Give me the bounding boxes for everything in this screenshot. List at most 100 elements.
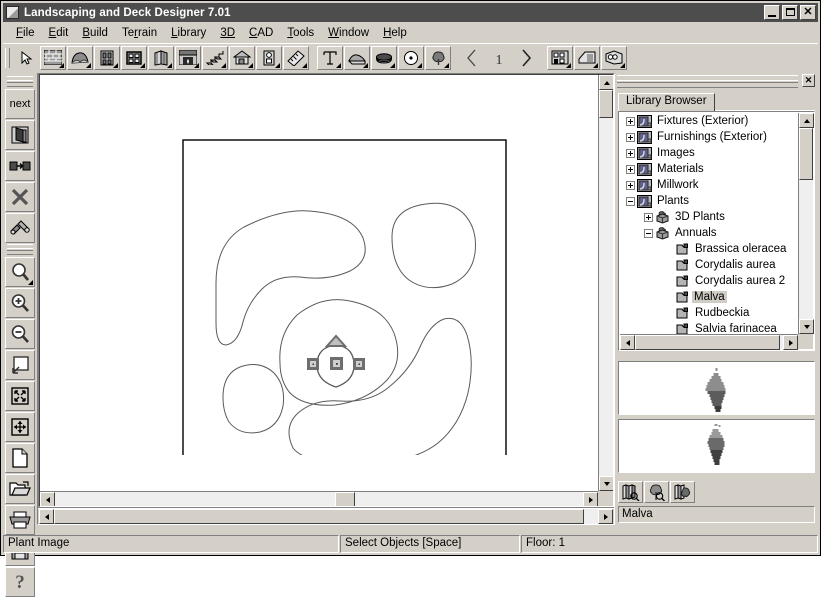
- document-horizontal-scrollbar[interactable]: [40, 491, 598, 506]
- tree-collapse-icon[interactable]: [626, 197, 635, 206]
- stairs-tool[interactable]: [202, 46, 228, 70]
- pan-button[interactable]: [5, 412, 35, 442]
- fill-window-button[interactable]: [5, 381, 35, 411]
- tree-expand-icon[interactable]: [626, 149, 635, 158]
- deck-tool[interactable]: [344, 46, 370, 70]
- transfer-button[interactable]: [5, 151, 35, 181]
- minimize-button[interactable]: [764, 5, 780, 20]
- tree-expand-icon[interactable]: [626, 165, 635, 174]
- dimension-tool[interactable]: [283, 46, 309, 70]
- vertical-scroll-thumb[interactable]: [599, 90, 613, 118]
- menu-3d[interactable]: 3D: [213, 26, 242, 40]
- library-tree[interactable]: Fixtures (Exterior)Furnishings (Exterior…: [618, 111, 815, 351]
- document-vertical-scrollbar[interactable]: [598, 75, 613, 491]
- tree-expand-icon[interactable]: [626, 117, 635, 126]
- window-tool[interactable]: [121, 46, 147, 70]
- mdi-scroll-left-button[interactable]: [39, 509, 54, 524]
- maximize-button[interactable]: [782, 5, 798, 20]
- left-toolbar-grip-2[interactable]: [7, 244, 33, 255]
- tools-button[interactable]: [5, 213, 35, 243]
- add-library-button[interactable]: [670, 481, 695, 503]
- tree-item[interactable]: Rudbeckia: [620, 305, 798, 321]
- find-plant-button[interactable]: [644, 481, 669, 503]
- search-library-button[interactable]: [618, 481, 643, 503]
- menu-library[interactable]: Library: [164, 26, 213, 40]
- library-preview-bottom[interactable]: [618, 419, 815, 473]
- horizontal-scroll-track[interactable]: [55, 492, 583, 506]
- next-floor-button[interactable]: [513, 46, 539, 70]
- tree-item[interactable]: Malva: [620, 289, 798, 305]
- tree-expand-icon[interactable]: [626, 181, 635, 190]
- tree-item[interactable]: Fixtures (Exterior): [620, 113, 798, 129]
- new-plan-button[interactable]: [5, 443, 35, 473]
- print-button[interactable]: [5, 505, 35, 535]
- menu-window[interactable]: Window: [321, 26, 376, 40]
- library-preview-top[interactable]: [618, 361, 815, 415]
- tree-item[interactable]: Images: [620, 145, 798, 161]
- menu-tools[interactable]: Tools: [280, 26, 321, 40]
- tree-item[interactable]: Plants: [620, 193, 798, 209]
- tree-item[interactable]: Salvia farinacea: [620, 321, 798, 334]
- door-tool[interactable]: [94, 46, 120, 70]
- library-panel-grip[interactable]: [617, 75, 798, 88]
- tree-item[interactable]: Corydalis aurea: [620, 257, 798, 273]
- toolbar-grip[interactable]: [5, 48, 10, 68]
- pool-tool[interactable]: [371, 46, 397, 70]
- fireplace-tool[interactable]: [175, 46, 201, 70]
- wall-tool[interactable]: [40, 46, 66, 70]
- scroll-up-button[interactable]: [599, 75, 614, 90]
- tree-horizontal-scrollbar[interactable]: [620, 334, 798, 349]
- menu-cad[interactable]: CAD: [242, 26, 280, 40]
- tree-item[interactable]: Materials: [620, 161, 798, 177]
- tree-item[interactable]: 3D Plants: [620, 209, 798, 225]
- tree-item[interactable]: Annuals: [620, 225, 798, 241]
- tree-scroll-up-button[interactable]: [799, 113, 814, 128]
- tree-vertical-thumb[interactable]: [799, 128, 813, 180]
- mdi-horizontal-scrollbar[interactable]: [38, 508, 614, 524]
- delete-button[interactable]: [5, 182, 35, 212]
- zoom-previous-button[interactable]: [5, 350, 35, 380]
- zoom-out-button[interactable]: [5, 319, 35, 349]
- scroll-left-button[interactable]: [40, 492, 55, 507]
- elevation-view-button[interactable]: [547, 46, 573, 70]
- help-button[interactable]: ?: [5, 567, 35, 597]
- plan-canvas[interactable]: [40, 75, 598, 491]
- menu-build[interactable]: Build: [75, 26, 115, 40]
- tree-vertical-scrollbar[interactable]: [798, 113, 813, 334]
- current-floor-button[interactable]: 1: [486, 46, 512, 70]
- open-plan-button[interactable]: [5, 474, 35, 504]
- tree-scroll-left-button[interactable]: [620, 335, 635, 350]
- camera-view-button[interactable]: [601, 46, 627, 70]
- mdi-scroll-right-button[interactable]: [598, 509, 613, 524]
- tab-library-browser[interactable]: Library Browser: [618, 93, 715, 111]
- cabinet-tool[interactable]: [148, 46, 174, 70]
- section-view-button[interactable]: [574, 46, 600, 70]
- library-tree-items[interactable]: Fixtures (Exterior)Furnishings (Exterior…: [620, 113, 798, 334]
- vertical-scroll-track[interactable]: [599, 90, 613, 476]
- tree-scroll-down-button[interactable]: [799, 319, 814, 334]
- text-tool[interactable]: [317, 46, 343, 70]
- tree-expand-icon[interactable]: [644, 213, 653, 222]
- sprinkler-tool[interactable]: [398, 46, 424, 70]
- select-arrow-tool[interactable]: [13, 46, 39, 70]
- tree-expand-icon[interactable]: [626, 133, 635, 142]
- menu-edit[interactable]: Edit: [42, 26, 76, 40]
- next-button[interactable]: next: [5, 89, 35, 119]
- roof-tool[interactable]: [229, 46, 255, 70]
- library-close-button[interactable]: ✕: [802, 74, 815, 87]
- tree-item[interactable]: Millwork: [620, 177, 798, 193]
- zoom-window-button[interactable]: [5, 257, 35, 287]
- open-view-button[interactable]: [5, 120, 35, 150]
- tree-item[interactable]: Corydalis aurea 2: [620, 273, 798, 289]
- close-button[interactable]: ✕: [800, 5, 816, 20]
- terrain-tool[interactable]: [67, 46, 93, 70]
- menu-help[interactable]: Help: [376, 26, 414, 40]
- zoom-in-button[interactable]: [5, 288, 35, 318]
- mdi-horizontal-thumb[interactable]: [54, 509, 584, 524]
- tree-item[interactable]: Brassica oleracea: [620, 241, 798, 257]
- electrical-tool[interactable]: [256, 46, 282, 70]
- left-toolbar-grip[interactable]: [7, 76, 33, 87]
- menu-terrain[interactable]: Terrain: [115, 26, 164, 40]
- scroll-right-button[interactable]: [583, 492, 598, 507]
- horizontal-scroll-thumb[interactable]: [335, 492, 355, 507]
